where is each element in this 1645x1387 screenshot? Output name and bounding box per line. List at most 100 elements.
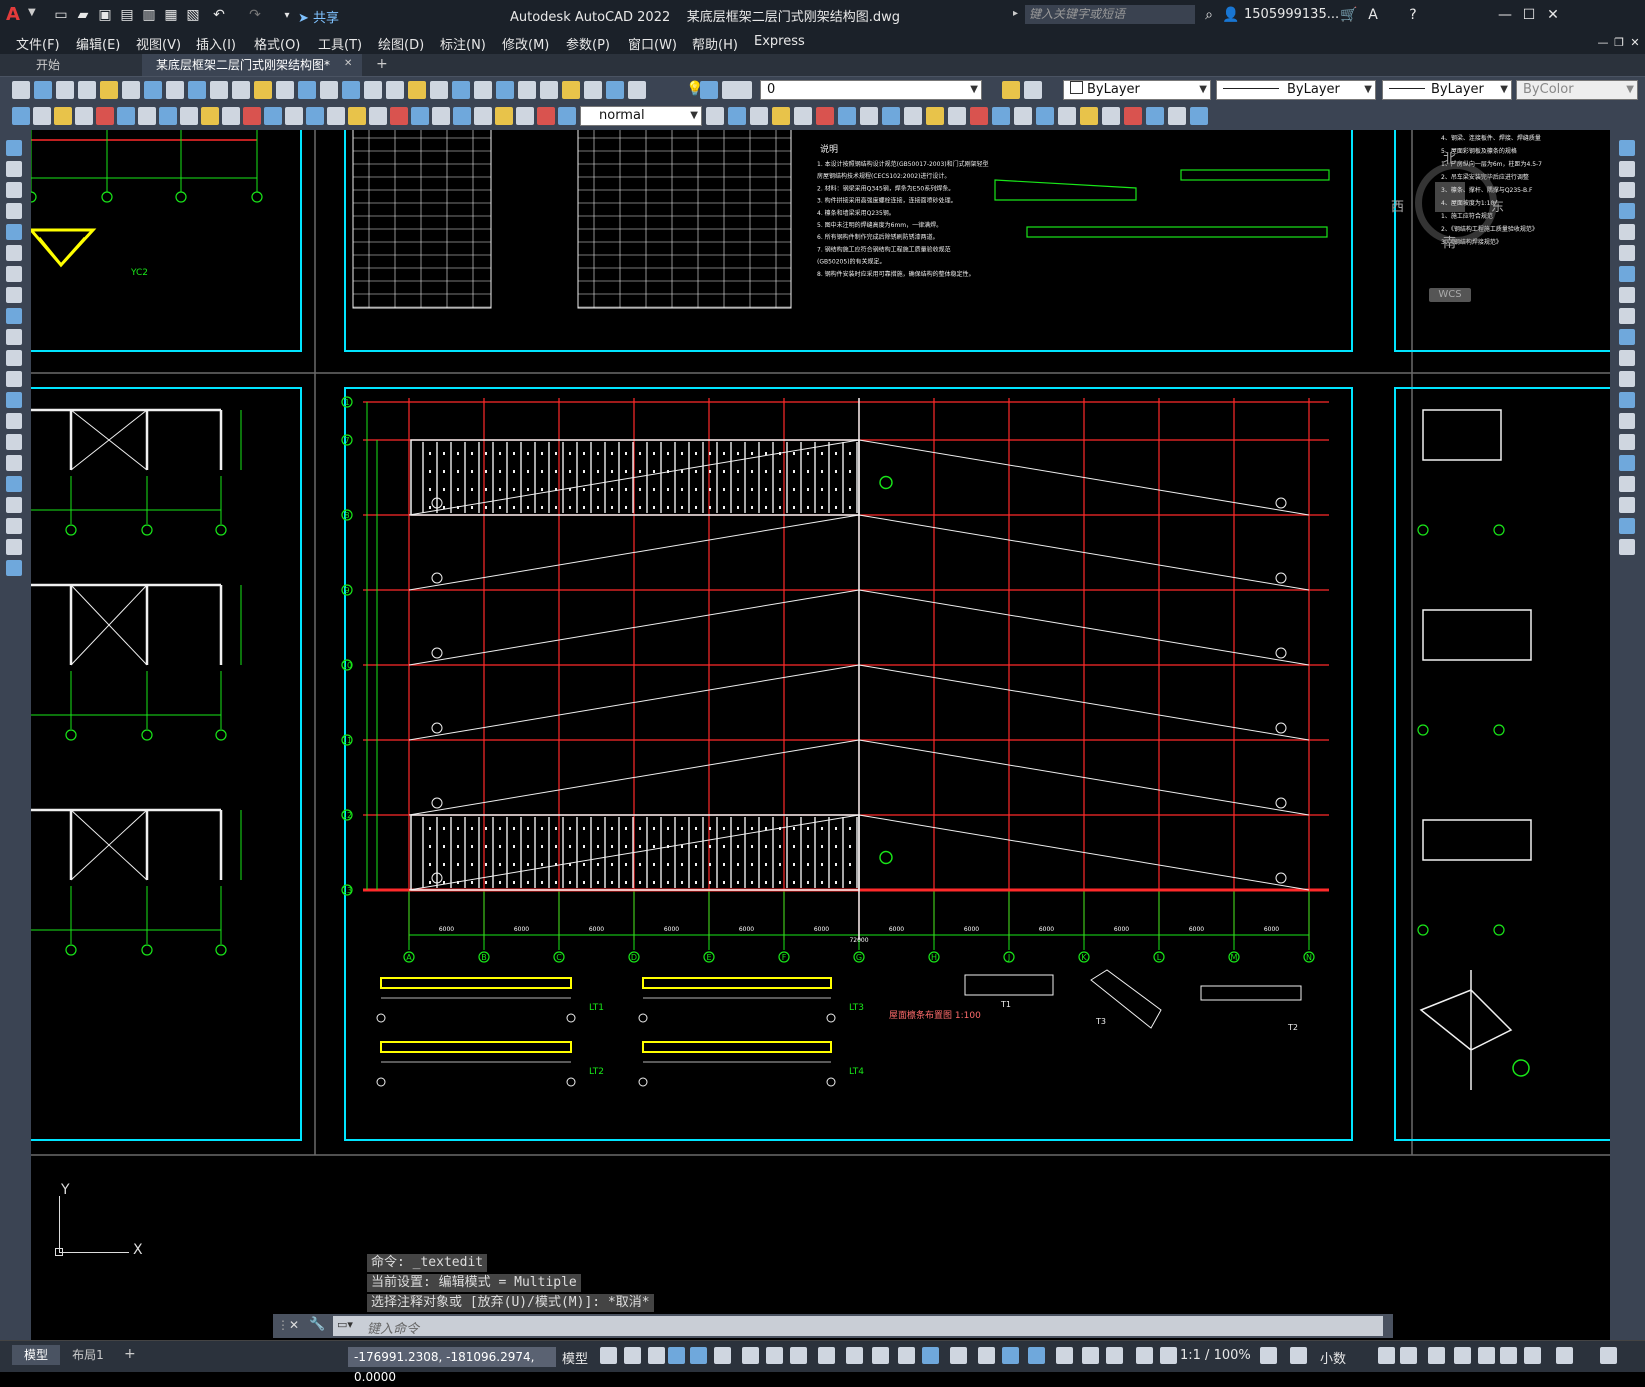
- modify-tool-icon[interactable]: [1619, 287, 1635, 303]
- status-toggle-icon[interactable]: [818, 1347, 835, 1364]
- text-style-dropdown[interactable]: normal ▼: [580, 106, 702, 126]
- standard-tool-icon[interactable]: [232, 81, 250, 99]
- annotation-tool-icon[interactable]: [1080, 107, 1098, 125]
- status-toggle-icon[interactable]: [766, 1347, 783, 1364]
- cart-icon[interactable]: 🛒: [1340, 6, 1358, 24]
- modify-tool-icon[interactable]: [1619, 245, 1635, 261]
- standard-tool-icon[interactable]: [734, 81, 752, 99]
- annotation-tool-icon[interactable]: [201, 107, 219, 125]
- status-toggle-icon[interactable]: [978, 1347, 995, 1364]
- menu-express[interactable]: Express: [754, 34, 805, 49]
- draw-tool-icon[interactable]: [6, 392, 22, 408]
- status-toggle-icon[interactable]: [714, 1347, 731, 1364]
- menu-modify[interactable]: 修改(M): [502, 34, 549, 53]
- maximize-icon[interactable]: ☐: [1520, 6, 1538, 24]
- annotation-tool-icon[interactable]: [1036, 107, 1054, 125]
- autocad-logo[interactable]: A: [6, 4, 26, 25]
- annotation-tool-icon[interactable]: [12, 107, 30, 125]
- status-toggle-icon[interactable]: [1400, 1347, 1417, 1364]
- annotation-tool-icon[interactable]: [516, 107, 534, 125]
- share-button[interactable]: ➤ 共享: [298, 7, 339, 26]
- status-toggle-icon[interactable]: [1600, 1347, 1617, 1364]
- save-as-icon[interactable]: ▤: [118, 6, 136, 24]
- search-expand-icon[interactable]: ▸: [1013, 8, 1018, 19]
- status-toggle-icon[interactable]: [1260, 1347, 1277, 1364]
- status-toggle-icon[interactable]: [600, 1347, 617, 1364]
- standard-tool-icon[interactable]: [276, 81, 294, 99]
- standard-tool-icon[interactable]: [518, 81, 536, 99]
- modify-tool-icon[interactable]: [1619, 182, 1635, 198]
- draw-tool-icon[interactable]: [6, 476, 22, 492]
- standard-tool-icon[interactable]: [496, 81, 514, 99]
- draw-tool-icon[interactable]: [6, 497, 22, 513]
- status-toggle-icon[interactable]: [898, 1347, 915, 1364]
- open-file-icon[interactable]: ▰: [74, 6, 92, 24]
- annotation-tool-icon[interactable]: [750, 107, 768, 125]
- modify-tool-icon[interactable]: [1619, 329, 1635, 345]
- annotation-tool-icon[interactable]: [138, 107, 156, 125]
- annotation-tool-icon[interactable]: [1168, 107, 1186, 125]
- annotation-tool-icon[interactable]: [411, 107, 429, 125]
- annotation-tool-icon[interactable]: [816, 107, 834, 125]
- status-toggle-icon[interactable]: [1082, 1347, 1099, 1364]
- draw-tool-icon[interactable]: [6, 266, 22, 282]
- annotation-tool-icon[interactable]: [1146, 107, 1164, 125]
- annotation-tool-icon[interactable]: [904, 107, 922, 125]
- draw-tool-icon[interactable]: [6, 140, 22, 156]
- tab-document[interactable]: 某底层框架二层门式刚架结构图*: [142, 54, 362, 76]
- draw-tool-icon[interactable]: [6, 350, 22, 366]
- viewcube[interactable]: 北 南 西 东 WCS: [1391, 148, 1504, 302]
- annotation-tool-icon[interactable]: [285, 107, 303, 125]
- status-toggle-icon[interactable]: [1056, 1347, 1073, 1364]
- annotation-tool-icon[interactable]: [728, 107, 746, 125]
- standard-tool-icon[interactable]: [210, 81, 228, 99]
- draw-tool-icon[interactable]: [6, 434, 22, 450]
- minimize-icon[interactable]: —: [1496, 6, 1514, 24]
- status-toggle-icon[interactable]: [1428, 1347, 1445, 1364]
- annotation-tool-icon[interactable]: [390, 107, 408, 125]
- tab-model[interactable]: 模型: [12, 1345, 60, 1365]
- menu-format[interactable]: 格式(O): [254, 34, 300, 53]
- annotation-tool-icon[interactable]: [453, 107, 471, 125]
- units-display[interactable]: 小数: [1320, 1348, 1346, 1367]
- lineweight-dropdown[interactable]: ByLayer ▼: [1382, 80, 1512, 100]
- menu-view[interactable]: 视图(V): [136, 34, 181, 53]
- status-toggle-icon[interactable]: [1478, 1347, 1495, 1364]
- standard-tool-icon[interactable]: [34, 81, 52, 99]
- command-wrench-icon[interactable]: 🔧: [309, 1317, 325, 1332]
- modify-tool-icon[interactable]: [1619, 476, 1635, 492]
- tab-close-icon[interactable]: ✕: [344, 58, 352, 69]
- standard-tool-icon[interactable]: [342, 81, 360, 99]
- status-toggle-icon[interactable]: [648, 1347, 665, 1364]
- annotation-tool-icon[interactable]: [75, 107, 93, 125]
- status-toggle-icon[interactable]: [1002, 1347, 1019, 1364]
- status-toggle-icon[interactable]: [1028, 1347, 1045, 1364]
- annotation-tool-icon[interactable]: [264, 107, 282, 125]
- modify-tool-icon[interactable]: [1619, 455, 1635, 471]
- modify-tool-icon[interactable]: [1619, 161, 1635, 177]
- draw-tool-icon[interactable]: [6, 203, 22, 219]
- annotation-tool-icon[interactable]: [474, 107, 492, 125]
- draw-tool-icon[interactable]: [6, 455, 22, 471]
- draw-tool-icon[interactable]: [6, 308, 22, 324]
- annotation-tool-icon[interactable]: [992, 107, 1010, 125]
- help-icon[interactable]: ?: [1404, 6, 1422, 24]
- viewcube-east[interactable]: 东: [1491, 196, 1504, 215]
- standard-tool-icon[interactable]: [254, 81, 272, 99]
- open-web-icon[interactable]: ▥: [140, 6, 158, 24]
- annotation-tool-icon[interactable]: [948, 107, 966, 125]
- color-dropdown[interactable]: ByLayer ▼: [1063, 80, 1211, 100]
- status-toggle-icon[interactable]: [1378, 1347, 1395, 1364]
- search-icon[interactable]: ⌕: [1200, 6, 1218, 24]
- status-toggle-icon[interactable]: [742, 1347, 759, 1364]
- annotation-tool-icon[interactable]: [706, 107, 724, 125]
- standard-tool-icon[interactable]: [408, 81, 426, 99]
- menu-parametric[interactable]: 参数(P): [566, 34, 610, 53]
- draw-tool-icon[interactable]: [6, 182, 22, 198]
- drawing-canvas[interactable]: A B C D E F G H J K L M N 1 7 8 9 10 11 12 13 6000 6000 6000 600…: [31, 130, 1610, 1340]
- standard-tool-icon[interactable]: [562, 81, 580, 99]
- annotation-tool-icon[interactable]: [772, 107, 790, 125]
- annotation-tool-icon[interactable]: [1124, 107, 1142, 125]
- status-toggle-icon[interactable]: [690, 1347, 707, 1364]
- modify-tool-icon[interactable]: [1619, 224, 1635, 240]
